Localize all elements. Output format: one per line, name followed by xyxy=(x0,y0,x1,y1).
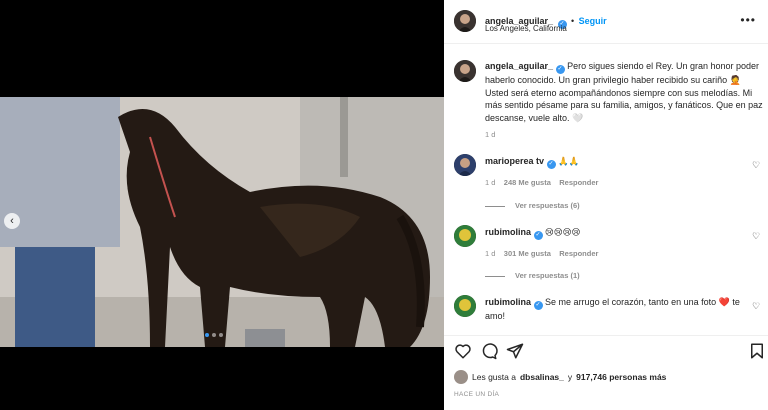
caption: angela_aguilar_ ✓ Pero sigues siendo el … xyxy=(485,60,763,124)
comment-author[interactable]: marioperea tv xyxy=(485,156,544,166)
comment-meta: 1 d 301 Me gusta Responder xyxy=(485,249,598,258)
action-bar xyxy=(444,335,768,365)
comment-avatar[interactable] xyxy=(454,154,476,176)
share-paper-plane-icon[interactable] xyxy=(506,342,524,360)
comment-age: 1 d xyxy=(485,249,496,258)
follow-button[interactable]: Seguir xyxy=(579,16,607,26)
carousel-dot xyxy=(212,333,216,337)
view-replies-button[interactable]: Ver respuestas (6) xyxy=(485,201,580,210)
chevron-left-icon: ‹ xyxy=(10,215,14,227)
comment-reply-button[interactable]: Responder xyxy=(559,178,598,187)
comment-likes[interactable]: 301 Me gusta xyxy=(504,249,551,258)
verified-badge-icon: ✓ xyxy=(546,160,556,169)
verified-badge-icon: ✓ xyxy=(555,65,565,74)
post-timestamp[interactable]: HACE UN DÍA xyxy=(454,391,499,398)
verified-badge-icon: ✓ xyxy=(533,301,543,310)
comment-like-heart-icon[interactable]: ♡ xyxy=(752,301,762,311)
carousel-dots xyxy=(205,333,223,337)
liker-username[interactable]: dbsalinas_ xyxy=(520,372,564,382)
like-heart-icon[interactable] xyxy=(454,342,472,360)
comment-bubble-icon[interactable] xyxy=(480,342,498,360)
likes-summary: Les gusta a dbsalinas_ y 917,746 persona… xyxy=(454,370,666,384)
caption-avatar[interactable] xyxy=(454,60,476,82)
comment-author[interactable]: rubimolina xyxy=(485,297,531,307)
comment-age: 1 d xyxy=(485,178,496,187)
post-photo[interactable] xyxy=(0,97,444,347)
comment-meta: 1 d 248 Me gusta Responder xyxy=(485,178,598,187)
comments-area[interactable]: angela_aguilar_ ✓ Pero sigues siendo el … xyxy=(444,45,768,335)
comment-like-heart-icon[interactable]: ♡ xyxy=(752,160,762,170)
ellipsis-icon[interactable]: ••• xyxy=(740,13,756,27)
comment-item: rubimolina ✓ 😢😢😢😢 xyxy=(485,226,755,240)
post-location[interactable]: Los Angeles, California xyxy=(485,24,567,33)
post-sidebar: angela_aguilar_ ✓ • Seguir Los Angeles, … xyxy=(444,0,768,410)
caption-author[interactable]: angela_aguilar_ xyxy=(485,61,553,71)
comment-reply-button[interactable]: Responder xyxy=(559,249,598,258)
caption-age: 1 d xyxy=(485,130,496,139)
likes-count[interactable]: 917,746 personas más xyxy=(576,372,666,382)
post-header: angela_aguilar_ ✓ • Seguir Los Angeles, … xyxy=(444,0,768,44)
author-avatar[interactable] xyxy=(454,10,476,32)
likes-middle: y xyxy=(567,372,573,382)
carousel-dot xyxy=(219,333,223,337)
verified-badge-icon: ✓ xyxy=(533,231,543,240)
comment-avatar[interactable] xyxy=(454,295,476,317)
comment-avatar[interactable] xyxy=(454,225,476,247)
view-replies-button[interactable]: Ver respuestas (1) xyxy=(485,271,580,280)
carousel-prev-button[interactable]: ‹ xyxy=(4,213,20,229)
comment-author[interactable]: rubimolina xyxy=(485,227,531,237)
carousel-dot xyxy=(205,333,209,337)
media-pane: ‹ xyxy=(0,0,444,410)
likes-prefix: Les gusta a xyxy=(472,372,516,382)
comment-item: rubimolina ✓ Se me arrugo el corazón, ta… xyxy=(485,296,745,322)
comment-text: 🙏🙏 xyxy=(558,157,580,167)
comment-item: marioperea tv ✓ 🙏🙏 xyxy=(485,155,755,169)
liker-avatar[interactable] xyxy=(454,370,468,384)
bookmark-icon[interactable] xyxy=(748,342,766,360)
comment-likes[interactable]: 248 Me gusta xyxy=(504,178,551,187)
comment-text: 😢😢😢😢 xyxy=(545,228,581,238)
horse-photo xyxy=(0,97,444,347)
comment-like-heart-icon[interactable]: ♡ xyxy=(752,231,762,241)
